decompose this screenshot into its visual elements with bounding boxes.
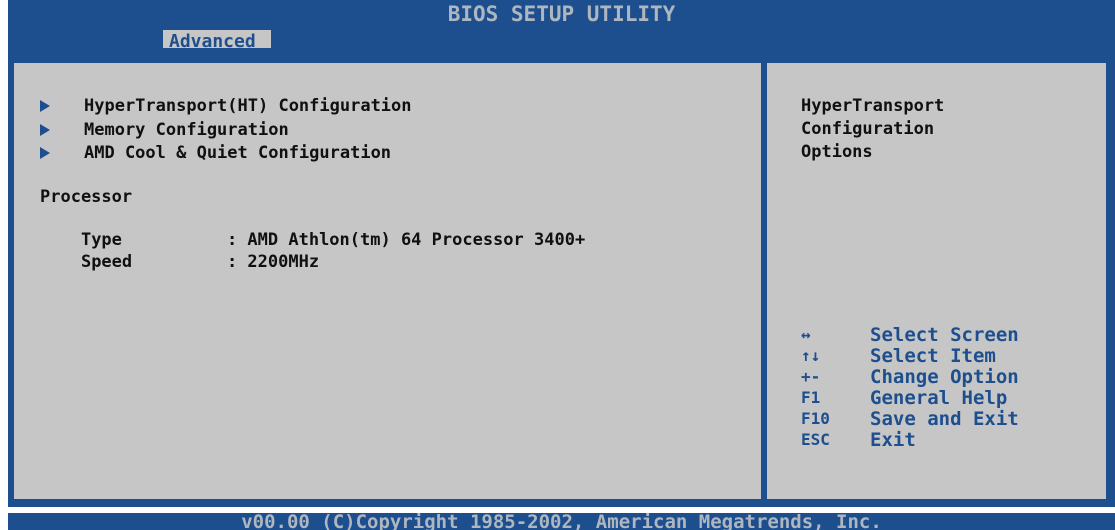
key-row: ESC Exit bbox=[801, 428, 1019, 451]
key-esc: ESC bbox=[801, 430, 830, 449]
key-row: ↔ Select Screen bbox=[801, 323, 1019, 346]
menu-item-memory[interactable]: Memory Configuration bbox=[40, 119, 289, 141]
key-arrows-ud: ↑↓ bbox=[801, 346, 821, 365]
bios-title: BIOS SETUP UTILITY bbox=[447, 2, 676, 26]
menu-item-hypertransport[interactable]: HyperTransport(HT) Configuration bbox=[40, 95, 412, 117]
key-desc: Save and Exit bbox=[870, 407, 1019, 430]
menu-item-label: HyperTransport(HT) Configuration bbox=[84, 96, 412, 116]
key-desc: Exit bbox=[870, 428, 916, 451]
key-desc: General Help bbox=[870, 386, 1008, 409]
key-desc: Select Item bbox=[870, 344, 996, 367]
field-label: Speed bbox=[80, 252, 133, 272]
submenu-arrow-icon bbox=[40, 147, 50, 159]
help-line: Configuration bbox=[801, 119, 935, 139]
field-value: : 2200MHz bbox=[226, 252, 320, 272]
key-row: +- Change Option bbox=[801, 365, 1019, 388]
key-legend: ↔ Select Screen ↑↓ Select Item +- Change… bbox=[801, 323, 1019, 451]
footer-bar: v00.00 (C)Copyright 1985-2002, American … bbox=[8, 513, 1115, 530]
key-row: F1 General Help bbox=[801, 386, 1019, 409]
processor-speed-row: Speed : 2200MHz bbox=[40, 232, 319, 292]
menu-item-cool-quiet[interactable]: AMD Cool & Quiet Configuration bbox=[40, 142, 391, 164]
menu-item-label: AMD Cool & Quiet Configuration bbox=[84, 143, 392, 163]
bios-screen: BIOS SETUP UTILITY Advanced HyperTranspo… bbox=[0, 0, 1115, 530]
menu-item-label: Memory Configuration bbox=[84, 120, 289, 140]
key-row: ↑↓ Select Item bbox=[801, 344, 1019, 367]
key-plus-minus: +- bbox=[801, 367, 821, 386]
key-arrows-lr: ↔ bbox=[801, 325, 811, 344]
key-desc: Change Option bbox=[870, 365, 1019, 388]
help-text: HyperTransport Configuration Options bbox=[801, 95, 944, 164]
key-f10: F10 bbox=[801, 409, 830, 428]
key-row: F10 Save and Exit bbox=[801, 407, 1019, 430]
help-line: Options bbox=[801, 142, 873, 162]
submenu-arrow-icon bbox=[40, 124, 50, 136]
submenu-arrow-icon bbox=[40, 100, 50, 112]
help-line: HyperTransport bbox=[801, 96, 945, 116]
key-desc: Select Screen bbox=[870, 323, 1019, 346]
key-f1: F1 bbox=[801, 388, 821, 407]
copyright-text: v00.00 (C)Copyright 1985-2002, American … bbox=[241, 513, 882, 530]
processor-heading: Processor bbox=[40, 187, 133, 207]
